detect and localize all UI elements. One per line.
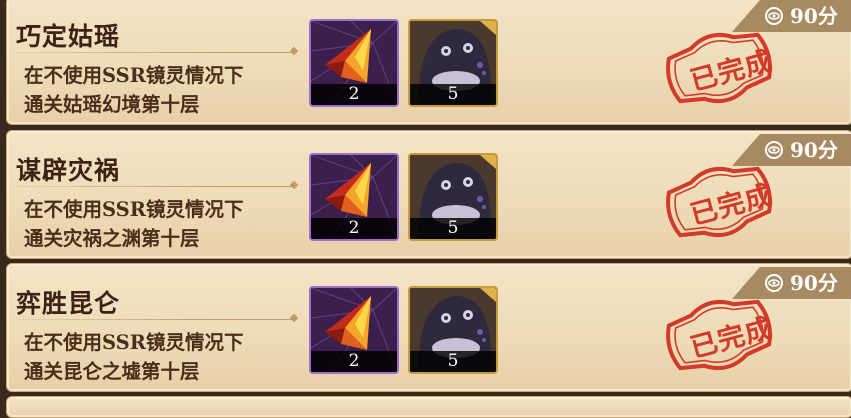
achievement-title: 谋辟灾祸	[16, 156, 121, 185]
reward-count: 5	[410, 218, 496, 239]
description-line-2: 通关灾祸之渊第十层	[24, 227, 200, 250]
achievement-card[interactable]: 谋辟灾祸 在不使用SSR镜灵情况下 通关灾祸之渊第十层 2 5 90分 已完成	[6, 130, 851, 259]
score-value: 90分	[790, 4, 838, 28]
description-line-2: 通关昆仑之墟第十层	[24, 360, 200, 383]
divider-ornament	[289, 180, 299, 190]
achievement-title: 巧定姑瑶	[16, 22, 121, 51]
achievement-card-partial[interactable]	[6, 396, 851, 418]
reward-slot-crystal[interactable]: 2	[309, 286, 399, 374]
score-value: 90分	[790, 271, 838, 295]
achievement-description: 在不使用SSR镜灵情况下 通关昆仑之墟第十层	[24, 328, 243, 386]
achievement-description: 在不使用SSR镜灵情况下 通关姑瑶幻境第十层	[24, 61, 243, 119]
reward-count: 5	[410, 351, 496, 372]
reward-slot-crystal[interactable]: 2	[309, 19, 399, 107]
title-divider	[16, 319, 296, 320]
description-line-2: 通关姑瑶幻境第十层	[24, 93, 200, 116]
title-divider	[16, 52, 296, 53]
reward-count: 2	[311, 84, 397, 105]
divider-ornament	[289, 46, 299, 56]
reward-slot-slime[interactable]: 5	[408, 19, 498, 107]
title-divider	[16, 186, 296, 187]
achievement-title: 弈胜昆仑	[16, 289, 121, 318]
reward-slot-crystal[interactable]: 2	[309, 153, 399, 241]
achievement-card[interactable]: 弈胜昆仑 在不使用SSR镜灵情况下 通关昆仑之墟第十层 2 5 90分 已完成	[6, 263, 851, 392]
reward-count: 2	[311, 218, 397, 239]
achievement-card[interactable]: 巧定姑瑶 在不使用SSR镜灵情况下 通关姑瑶幻境第十层 2 5 90分 已完成	[6, 0, 851, 125]
reward-count: 2	[311, 351, 397, 372]
achievement-list: 巧定姑瑶 在不使用SSR镜灵情况下 通关姑瑶幻境第十层 2 5 90分 已完成 …	[0, 0, 851, 418]
divider-ornament	[289, 313, 299, 323]
achievement-description: 在不使用SSR镜灵情况下 通关灾祸之渊第十层	[24, 195, 243, 253]
reward-slot-slime[interactable]: 5	[408, 286, 498, 374]
reward-slot-slime[interactable]: 5	[408, 153, 498, 241]
description-line-1: 在不使用SSR镜灵情况下	[24, 198, 244, 221]
description-line-1: 在不使用SSR镜灵情况下	[24, 331, 244, 354]
reward-count: 5	[410, 84, 496, 105]
description-line-1: 在不使用SSR镜灵情况下	[24, 64, 244, 87]
score-value: 90分	[790, 138, 838, 162]
